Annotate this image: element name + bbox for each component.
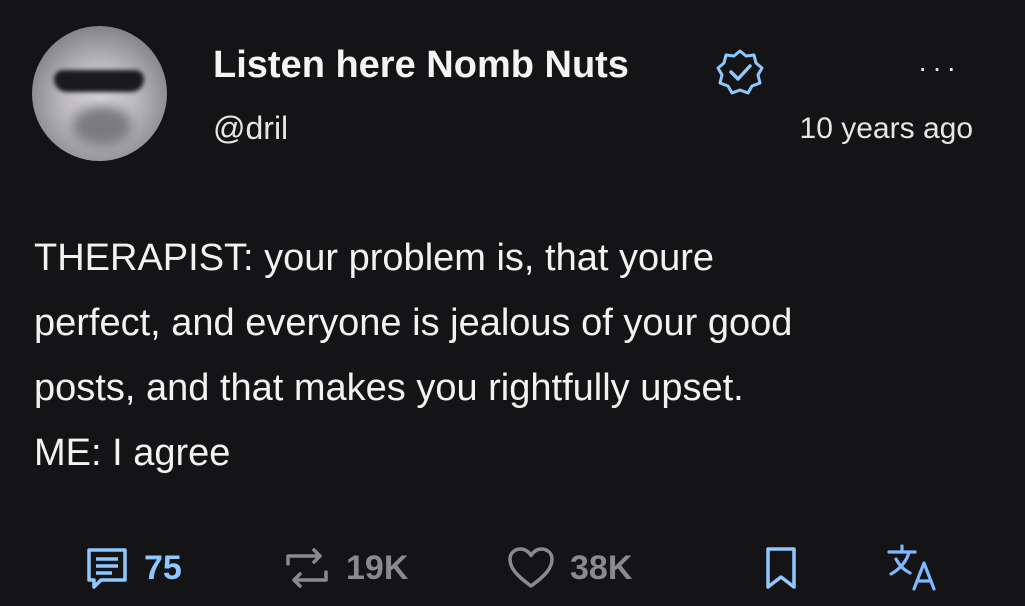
avatar[interactable]: [32, 26, 167, 161]
avatar-sunglasses: [54, 70, 144, 92]
bookmark-icon: [766, 547, 796, 589]
reply-count: 75: [144, 548, 182, 587]
action-bar: 75 19K 38K: [0, 540, 1025, 600]
retweet-count: 19K: [346, 548, 409, 587]
like-count: 38K: [570, 548, 633, 587]
tweet-line: ME: I agree: [34, 432, 231, 474]
tweet-line: perfect, and everyone is jealous of your…: [34, 302, 793, 344]
like-button[interactable]: 38K: [506, 540, 632, 596]
more-options-icon[interactable]: ···: [918, 54, 970, 82]
retweet-button[interactable]: 19K: [282, 540, 408, 596]
bookmark-button[interactable]: [764, 540, 798, 596]
translate-icon: [887, 544, 936, 591]
avatar-face: [72, 106, 132, 146]
handle[interactable]: @dril: [213, 110, 288, 147]
translate-button[interactable]: [886, 540, 942, 596]
tweet-line: posts, and that makes you rightfully ups…: [34, 367, 744, 409]
reply-button[interactable]: 75: [84, 540, 182, 596]
like-icon: [508, 547, 554, 588]
display-name[interactable]: Listen here Nomb Nuts: [213, 44, 629, 87]
retweet-icon: [286, 548, 328, 588]
tweet-text: THERAPIST: your problem is, that youre p…: [34, 226, 984, 486]
timestamp: 10 years ago: [799, 112, 973, 145]
reply-icon: [87, 548, 127, 589]
verified-badge-icon: [716, 49, 764, 95]
tweet-line: THERAPIST: your problem is, that youre: [34, 237, 715, 279]
